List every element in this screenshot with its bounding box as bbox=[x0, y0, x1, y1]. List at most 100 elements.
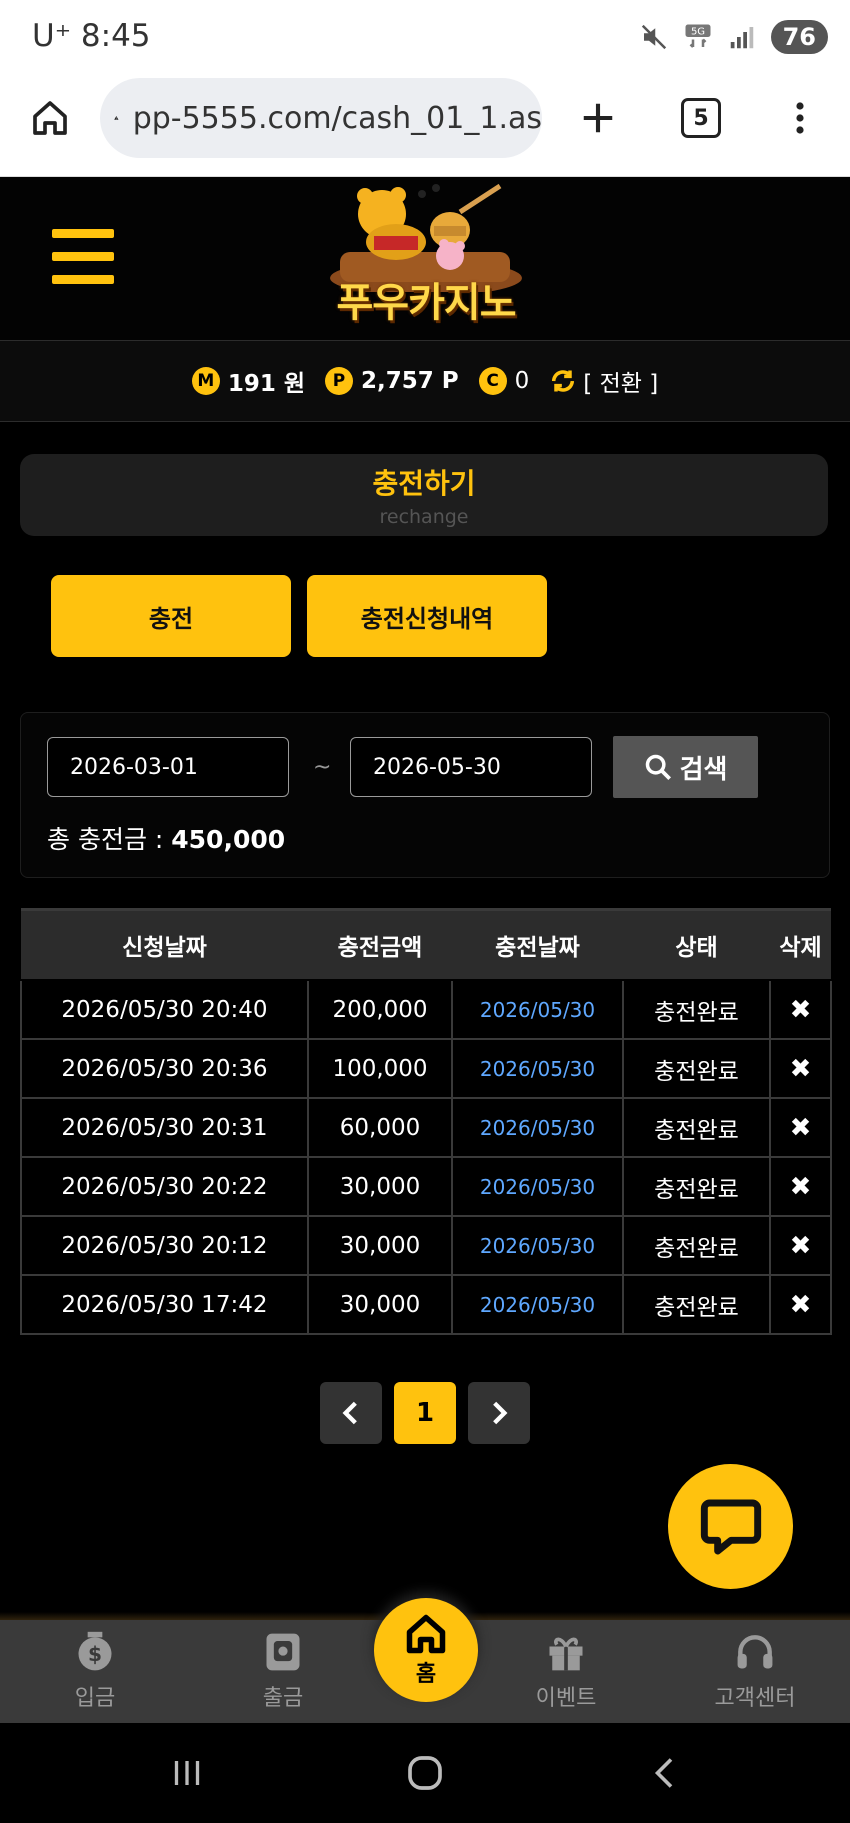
recharge-history-table: 신청날짜 충전금액 충전날짜 상태 삭제 2026/05/30 20:40 20… bbox=[20, 908, 832, 1335]
money-bag-icon: $ bbox=[78, 1631, 112, 1671]
cell-status: 충전완료 bbox=[622, 1274, 771, 1335]
money-balance: M 191 원 bbox=[191, 364, 306, 398]
chat-bubble-icon bbox=[700, 1499, 761, 1554]
cell-status: 충전완료 bbox=[622, 1097, 771, 1158]
gift-icon bbox=[549, 1637, 583, 1671]
cell-request-date: 2026/05/30 20:40 bbox=[20, 979, 309, 1040]
cell-status: 충전완료 bbox=[622, 1038, 771, 1099]
nav-support[interactable]: 고객센터 bbox=[695, 1628, 815, 1712]
date-separator: ~ bbox=[313, 755, 332, 780]
cell-status: 충전완료 bbox=[622, 1215, 771, 1276]
tab-switcher-button[interactable]: 5 bbox=[675, 92, 727, 144]
nav-home[interactable]: 홈 bbox=[374, 1598, 478, 1702]
cell-amount: 30,000 bbox=[307, 1274, 453, 1335]
tab-count: 5 bbox=[681, 98, 721, 138]
search-button[interactable]: 검색 bbox=[613, 736, 758, 798]
cell-amount: 200,000 bbox=[307, 979, 453, 1040]
delete-icon[interactable]: ✖ bbox=[769, 1215, 832, 1276]
browser-home-icon[interactable] bbox=[24, 92, 76, 144]
chevron-left-icon bbox=[342, 1401, 357, 1425]
warning-icon[interactable] bbox=[114, 101, 119, 135]
svg-text:5G: 5G bbox=[691, 27, 705, 38]
search-icon bbox=[645, 754, 671, 780]
delete-icon[interactable]: ✖ bbox=[769, 1097, 832, 1158]
atm-icon bbox=[266, 1633, 300, 1671]
cell-charge-date: 2026/05/30 bbox=[451, 1038, 624, 1099]
cell-status: 충전완료 bbox=[622, 1156, 771, 1217]
table-row: 2026/05/30 20:22 30,000 2026/05/30 충전완료 … bbox=[20, 1156, 832, 1217]
network-5g-icon: 5G bbox=[685, 24, 711, 48]
coin-icon: C bbox=[478, 367, 507, 395]
cell-status: 충전완료 bbox=[622, 979, 771, 1040]
status-icons: 5G 76 bbox=[639, 20, 828, 54]
header-amount: 충전금액 bbox=[308, 908, 452, 981]
table-header-row: 신청날짜 충전금액 충전날짜 상태 삭제 bbox=[21, 908, 831, 981]
coins-balance: C 0 bbox=[478, 367, 529, 395]
address-bar[interactable]: pp-5555.com/cash_01_1.as bbox=[100, 78, 542, 158]
delete-icon[interactable]: ✖ bbox=[769, 1156, 832, 1217]
points-value: 2,757 P bbox=[361, 368, 459, 394]
table-row: 2026/05/30 20:36 100,000 2026/05/30 충전완료… bbox=[20, 1038, 832, 1099]
end-date-input[interactable] bbox=[350, 737, 592, 797]
nav-event[interactable]: 이벤트 bbox=[506, 1628, 626, 1712]
table-row: 2026/05/30 20:31 60,000 2026/05/30 충전완료 … bbox=[20, 1097, 832, 1158]
url-text: pp-5555.com/cash_01_1.as bbox=[132, 100, 542, 136]
cell-request-date: 2026/05/30 20:22 bbox=[20, 1156, 309, 1217]
nav-withdraw[interactable]: 출금 bbox=[223, 1628, 343, 1712]
convert-button[interactable]: [ 전환 ] bbox=[549, 364, 658, 398]
convert-label: [ 전환 ] bbox=[583, 371, 659, 397]
tab-recharge[interactable]: 충전 bbox=[51, 575, 291, 657]
cell-charge-date: 2026/05/30 bbox=[451, 1215, 624, 1276]
nav-home-label: 홈 bbox=[415, 1662, 437, 1687]
table-row: 2026/05/30 20:12 30,000 2026/05/30 충전완료 … bbox=[20, 1215, 832, 1276]
cell-amount: 100,000 bbox=[307, 1038, 453, 1099]
cell-request-date: 2026/05/30 17:42 bbox=[20, 1274, 309, 1335]
home-icon bbox=[406, 1614, 446, 1654]
balance-bar: M 191 원 P 2,757 P C 0 [ 전환 ] bbox=[0, 341, 850, 422]
tab-recharge-history[interactable]: 충전신청내역 bbox=[307, 575, 547, 657]
page-title-box: 충전하기 rechange bbox=[20, 454, 828, 536]
back-icon[interactable] bbox=[640, 1751, 690, 1795]
chevron-right-icon bbox=[493, 1401, 508, 1425]
search-button-label: 검색 bbox=[679, 754, 728, 785]
headset-icon bbox=[737, 1635, 773, 1669]
system-nav-bar bbox=[0, 1723, 850, 1823]
more-menu-icon[interactable] bbox=[774, 92, 826, 144]
delete-icon[interactable]: ✖ bbox=[769, 979, 832, 1040]
nav-event-label: 이벤트 bbox=[535, 1686, 597, 1711]
total-recharge: 총 충전금 : 450,000 bbox=[47, 820, 285, 856]
cell-request-date: 2026/05/30 20:31 bbox=[20, 1097, 309, 1158]
cell-charge-date: 2026/05/30 bbox=[451, 1097, 624, 1158]
money-coin-icon: M bbox=[191, 367, 220, 395]
cell-charge-date: 2026/05/30 bbox=[451, 1156, 624, 1217]
cell-request-date: 2026/05/30 20:12 bbox=[20, 1215, 309, 1276]
next-page-button[interactable] bbox=[468, 1382, 530, 1444]
total-value: 450,000 bbox=[171, 825, 286, 854]
cell-amount: 60,000 bbox=[307, 1097, 453, 1158]
start-date-input[interactable] bbox=[47, 737, 289, 797]
battery-level: 76 bbox=[770, 20, 828, 54]
menu-hamburger-icon[interactable] bbox=[52, 229, 114, 285]
delete-icon[interactable]: ✖ bbox=[769, 1274, 832, 1335]
table-row: 2026/05/30 20:40 200,000 2026/05/30 충전완료… bbox=[20, 979, 832, 1040]
nav-withdraw-label: 출금 bbox=[262, 1686, 304, 1711]
page-number-button[interactable]: 1 bbox=[394, 1382, 456, 1444]
header-delete: 삭제 bbox=[770, 908, 831, 981]
money-value: 191 원 bbox=[227, 371, 306, 397]
nav-deposit[interactable]: $ 입금 bbox=[35, 1628, 155, 1712]
mute-icon bbox=[641, 24, 666, 50]
cell-charge-date: 2026/05/30 bbox=[451, 1274, 624, 1335]
cell-charge-date: 2026/05/30 bbox=[451, 979, 624, 1040]
recent-apps-icon[interactable] bbox=[162, 1751, 212, 1795]
cell-amount: 30,000 bbox=[307, 1156, 453, 1217]
site-logo[interactable]: 푸우카지노 bbox=[310, 182, 542, 334]
delete-icon[interactable]: ✖ bbox=[769, 1038, 832, 1099]
search-panel: ~ 검색 총 충전금 : 450,000 bbox=[20, 712, 830, 878]
chat-button[interactable] bbox=[668, 1464, 793, 1589]
system-home-icon[interactable] bbox=[400, 1751, 450, 1795]
prev-page-button[interactable] bbox=[320, 1382, 382, 1444]
points-coin-icon: P bbox=[325, 367, 354, 395]
new-tab-icon[interactable] bbox=[572, 92, 624, 144]
header-status: 상태 bbox=[623, 908, 770, 981]
table-row: 2026/05/30 17:42 30,000 2026/05/30 충전완료 … bbox=[20, 1274, 832, 1335]
